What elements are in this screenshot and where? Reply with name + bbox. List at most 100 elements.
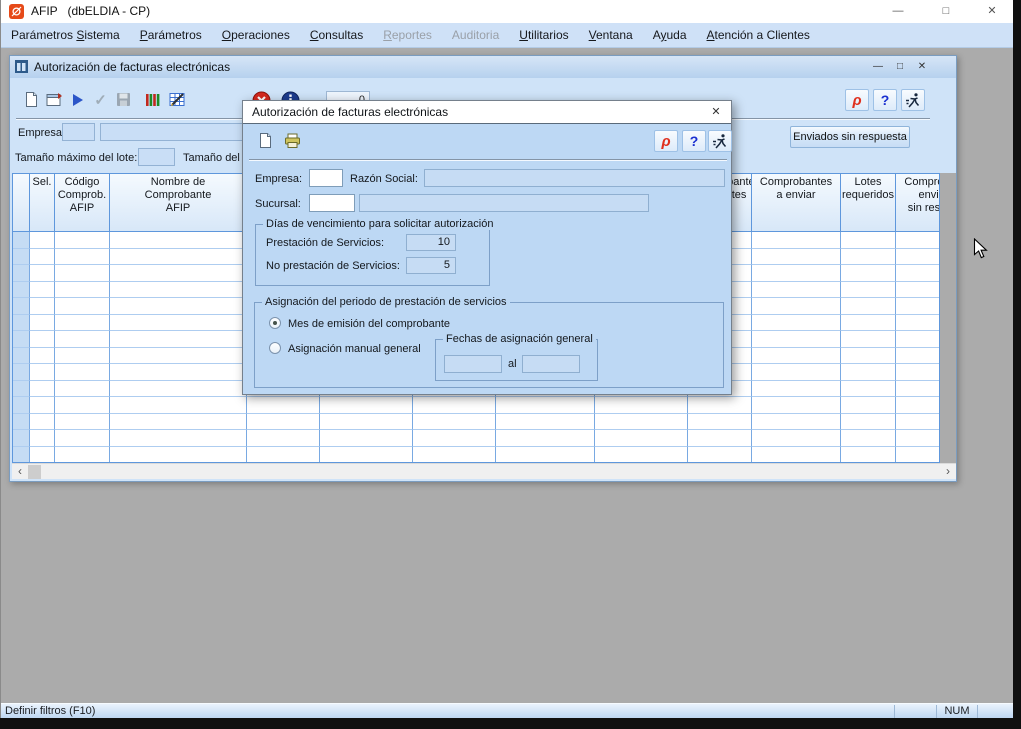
grid-cell[interactable] xyxy=(688,397,752,414)
grid-cell[interactable] xyxy=(30,315,55,332)
grid-cell[interactable] xyxy=(30,414,55,431)
radio-asignacion-manual[interactable] xyxy=(269,342,281,354)
grid-cell[interactable] xyxy=(247,397,320,414)
grid-cell[interactable] xyxy=(752,298,841,315)
grid-cell[interactable] xyxy=(752,414,841,431)
grid-cell[interactable] xyxy=(688,430,752,447)
row-header-cell[interactable] xyxy=(13,414,30,431)
grid-cell[interactable] xyxy=(496,414,595,431)
column-header-comprobantes-a-enviar[interactable]: Comprobantes a enviar xyxy=(752,174,841,232)
grid-cell[interactable] xyxy=(55,315,110,332)
grid-row[interactable] xyxy=(13,414,939,431)
grid-cell[interactable] xyxy=(896,265,940,282)
grid-cell[interactable] xyxy=(841,265,896,282)
open-form-button[interactable] xyxy=(43,88,66,111)
grid-cell[interactable] xyxy=(30,232,55,249)
row-header-cell[interactable] xyxy=(13,447,30,464)
grid-cell[interactable] xyxy=(496,397,595,414)
grid-cell[interactable] xyxy=(110,282,247,299)
grid-cell[interactable] xyxy=(110,249,247,266)
grid-cell[interactable] xyxy=(752,282,841,299)
scroll-left-icon[interactable]: ‹ xyxy=(12,464,28,480)
row-header-cell[interactable] xyxy=(13,381,30,398)
grid-cell[interactable] xyxy=(110,315,247,332)
grid-cell[interactable] xyxy=(688,447,752,464)
horizontal-scrollbar[interactable]: ‹ › xyxy=(12,463,956,479)
grid-row[interactable] xyxy=(13,447,939,464)
grid-cell[interactable] xyxy=(841,414,896,431)
grid-cell[interactable] xyxy=(110,430,247,447)
grid-cell[interactable] xyxy=(752,315,841,332)
grid-cell[interactable] xyxy=(841,331,896,348)
grid-cell[interactable] xyxy=(595,447,688,464)
row-header-cell[interactable] xyxy=(13,331,30,348)
grid-cell[interactable] xyxy=(247,430,320,447)
grid-cell[interactable] xyxy=(752,430,841,447)
grid-cell[interactable] xyxy=(320,447,413,464)
grid-cell[interactable] xyxy=(110,265,247,282)
row-header-cell[interactable] xyxy=(13,298,30,315)
app-close-button[interactable]: ✕ xyxy=(975,0,1009,23)
grid-cell[interactable] xyxy=(30,331,55,348)
dialog-help-button[interactable]: ? xyxy=(682,130,706,152)
dialog-new-button[interactable] xyxy=(254,129,277,152)
menu-item-utilitarios[interactable]: Utilitarios xyxy=(509,23,578,47)
grid-cell[interactable] xyxy=(30,430,55,447)
exit-button[interactable] xyxy=(901,89,925,111)
grid-cell[interactable] xyxy=(110,364,247,381)
grid-cell[interactable] xyxy=(55,381,110,398)
grid-cell[interactable] xyxy=(496,430,595,447)
radio-mes-emision[interactable] xyxy=(269,317,281,329)
grid-row[interactable] xyxy=(13,430,939,447)
grid-cell[interactable] xyxy=(896,331,940,348)
grid-cell[interactable] xyxy=(30,249,55,266)
menu-item-par-metros-sistema[interactable]: Parámetros Sistema xyxy=(1,23,130,47)
grid-cell[interactable] xyxy=(841,315,896,332)
grid-cell[interactable] xyxy=(110,348,247,365)
grid-cell[interactable] xyxy=(55,414,110,431)
grid-cell[interactable] xyxy=(30,381,55,398)
grid-cell[interactable] xyxy=(55,348,110,365)
grid-cell[interactable] xyxy=(110,414,247,431)
enviados-sin-respuesta-button[interactable]: Enviados sin respuesta xyxy=(790,126,910,148)
grid-cell[interactable] xyxy=(896,381,940,398)
grid-cell[interactable] xyxy=(896,430,940,447)
row-header-cell[interactable] xyxy=(13,397,30,414)
grid-cell[interactable] xyxy=(841,249,896,266)
grid-cell[interactable] xyxy=(595,397,688,414)
grid-cell[interactable] xyxy=(896,282,940,299)
scrollbar-thumb[interactable] xyxy=(28,465,41,479)
grid-cell[interactable] xyxy=(110,381,247,398)
grid-cell[interactable] xyxy=(55,232,110,249)
grid-cell[interactable] xyxy=(30,447,55,464)
help-button[interactable]: ? xyxy=(873,89,897,111)
row-header-cell[interactable] xyxy=(13,364,30,381)
column-header-sel[interactable]: Sel. xyxy=(30,174,55,232)
grid-cell[interactable] xyxy=(841,430,896,447)
grid-cell[interactable] xyxy=(413,397,496,414)
grid-cell[interactable] xyxy=(752,381,841,398)
grid-cell[interactable] xyxy=(841,364,896,381)
grid-cell[interactable] xyxy=(320,414,413,431)
dialog-print-list-button[interactable] xyxy=(281,129,304,152)
app-minimize-button[interactable]: — xyxy=(881,0,915,23)
grid-cell[interactable] xyxy=(496,447,595,464)
grid-cell[interactable] xyxy=(110,298,247,315)
menu-item-ayuda[interactable]: Ayuda xyxy=(643,23,697,47)
dialog-exit-button[interactable] xyxy=(708,130,732,152)
row-header-cell[interactable] xyxy=(13,348,30,365)
column-header-lotes-requeridos[interactable]: Lotes requeridos xyxy=(841,174,896,232)
grid-cell[interactable] xyxy=(413,414,496,431)
grid-cell[interactable] xyxy=(752,397,841,414)
scroll-right-icon[interactable]: › xyxy=(940,464,956,480)
grid-cell[interactable] xyxy=(841,232,896,249)
grid-cell[interactable] xyxy=(30,397,55,414)
menu-item-ventana[interactable]: Ventana xyxy=(579,23,643,47)
grid-cell[interactable] xyxy=(55,331,110,348)
menu-item-par-metros[interactable]: Parámetros xyxy=(130,23,212,47)
grid-row[interactable] xyxy=(13,397,939,414)
grid-cell[interactable] xyxy=(55,249,110,266)
grid-cell[interactable] xyxy=(30,282,55,299)
child-maximize-button[interactable]: □ xyxy=(890,58,910,76)
grid-cell[interactable] xyxy=(247,414,320,431)
